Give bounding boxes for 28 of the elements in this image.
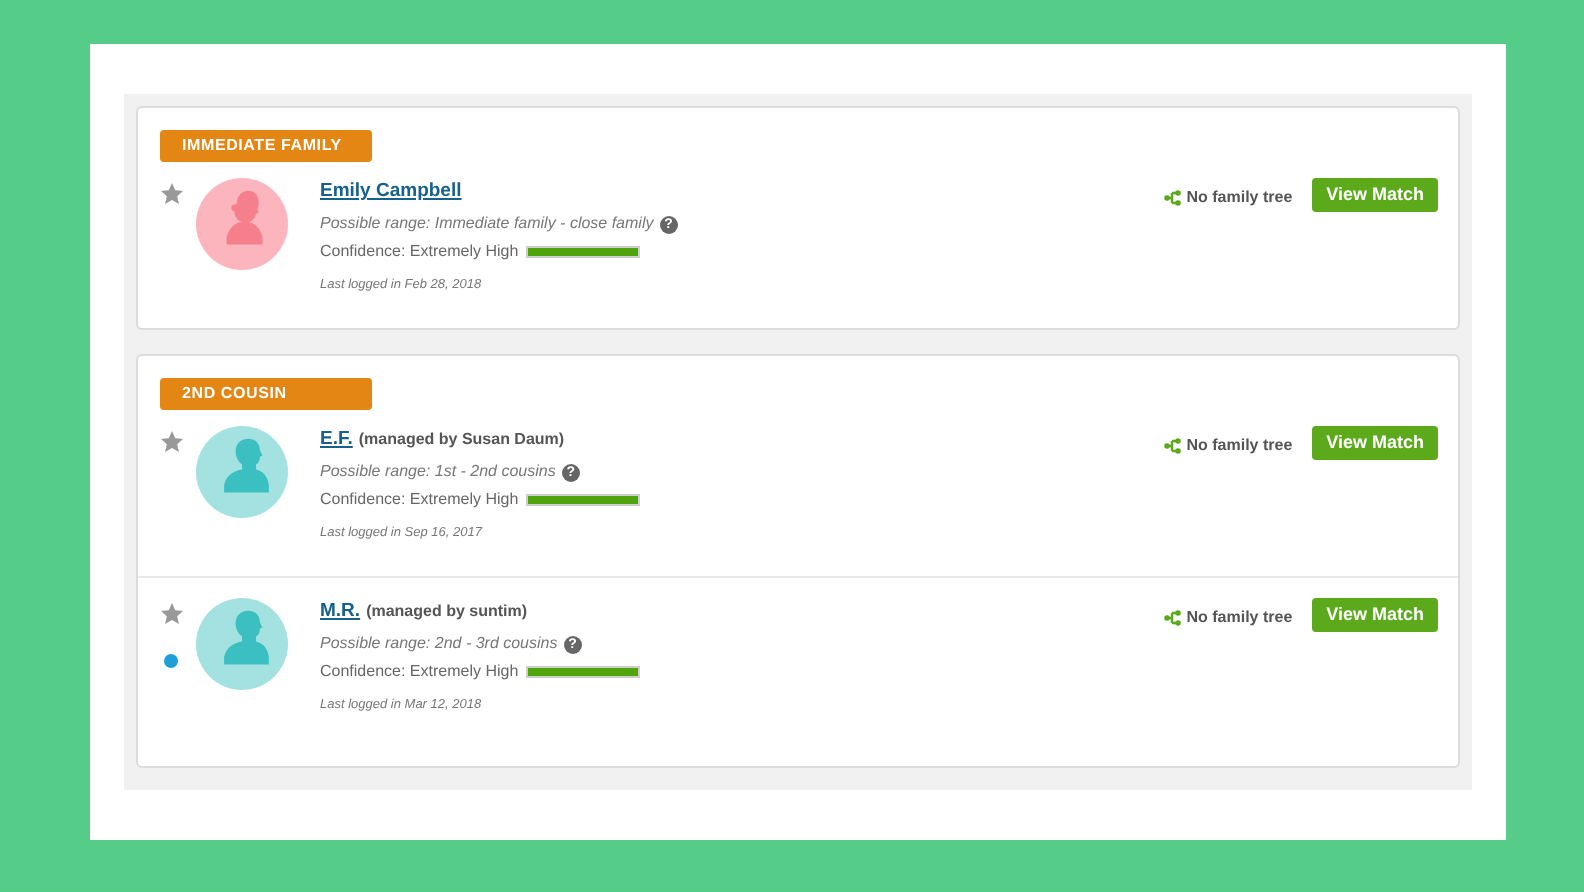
family-tree-status: No family tree [1186,434,1293,458]
avatar-icon [196,178,288,270]
family-tree-status: No family tree [1186,606,1293,630]
possible-range-text: Possible range: 2nd - 3rd cousins [320,632,558,657]
star-icon[interactable] [160,430,184,454]
tree-icon [1164,190,1183,206]
star-icon[interactable] [160,182,184,206]
tree-icon [1164,610,1183,626]
view-match-button[interactable]: View Match [1312,598,1438,632]
possible-range-text: Possible range: 1st - 2nd cousins [320,460,556,485]
relationship-label: 2ND COUSIN [160,378,372,410]
avatar-icon [196,426,288,518]
managed-by-text: (managed by Susan Daum) [358,428,565,452]
managed-by-text: (managed by suntim) [366,600,528,624]
confidence-text: Confidence: Extremely High [320,240,519,265]
match-name-link[interactable]: E.F. [320,426,353,455]
confidence-text: Confidence: Extremely High [320,660,519,685]
family-tree-status: No family tree [1186,186,1293,210]
match-name-link[interactable]: Emily Campbell [320,178,462,207]
view-match-button[interactable]: View Match [1312,178,1438,212]
star-icon[interactable] [160,602,184,626]
match-name-link[interactable]: M.R. [320,598,361,627]
confidence-text: Confidence: Extremely High [320,488,519,513]
tree-icon [1164,438,1183,454]
view-match-button[interactable]: View Match [1312,426,1438,460]
relationship-label: IMMEDIATE FAMILY [160,130,372,162]
avatar-icon [196,598,288,690]
possible-range-text: Possible range: Immediate family - close family [320,212,654,237]
